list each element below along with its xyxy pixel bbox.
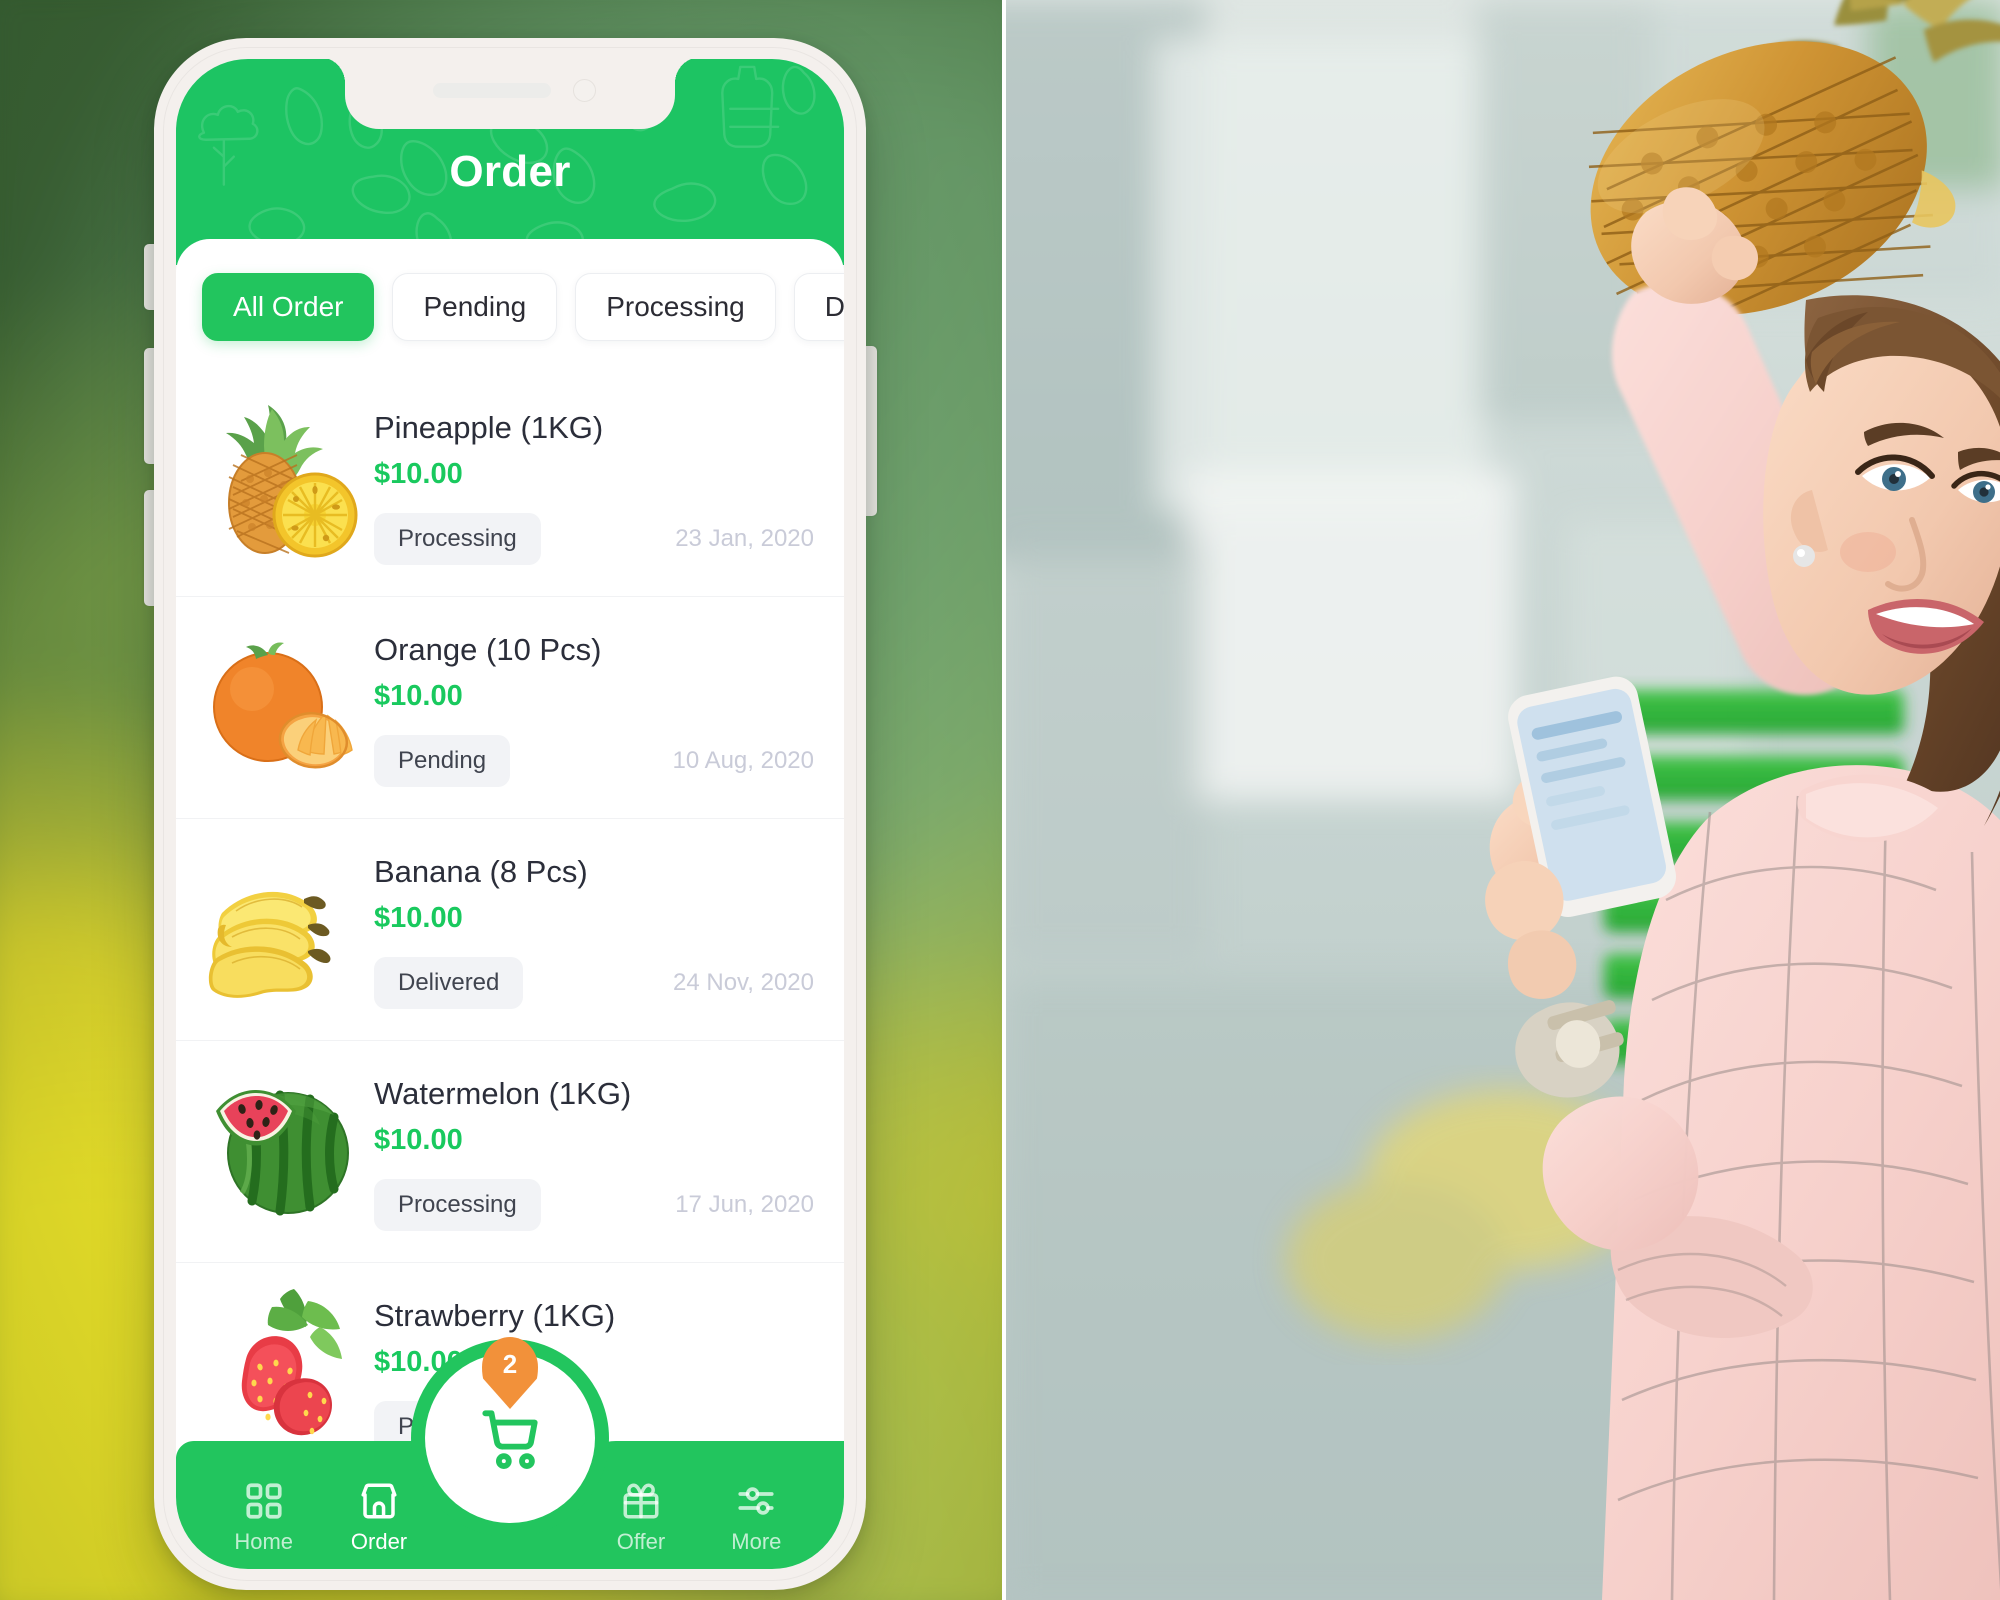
nav-item-order[interactable]: Order: [321, 1479, 436, 1553]
page-title: Order: [449, 147, 571, 196]
phone-mockup: Order All Order Pending Processing D Pin…: [140, 38, 880, 1590]
pineapple-image: [202, 395, 360, 563]
gift-icon: [620, 1479, 662, 1523]
order-name: Strawberry (1KG): [374, 1298, 616, 1333]
order-price: $10.00: [374, 1124, 463, 1157]
cart-count-value: 2: [502, 1349, 518, 1379]
order-name: Banana (8 Pcs): [374, 854, 588, 889]
order-name: Pineapple (1KG): [374, 410, 604, 445]
phone-screen: Order All Order Pending Processing D Pin…: [176, 59, 844, 1569]
store-icon: [358, 1479, 400, 1523]
phone-body: Order All Order Pending Processing D Pin…: [154, 38, 866, 1590]
order-name: Orange (10 Pcs): [374, 632, 602, 667]
nav-label-order: Order: [350, 1529, 408, 1554]
status-badge: Delivered: [374, 957, 524, 1010]
tab-all-order[interactable]: All Order: [202, 273, 375, 341]
order-price: $10.00: [374, 902, 463, 935]
sliders-icon: [735, 1479, 777, 1523]
order-meta: Processing 17 Jun, 2020: [374, 1179, 818, 1232]
status-badge: Processing: [374, 513, 541, 566]
earpiece-speaker: [433, 83, 551, 98]
strawberry-image: [202, 1283, 360, 1451]
table-row[interactable]: Pineapple (1KG) $10.00 Processing 23 Jan…: [176, 375, 844, 597]
nav-label-more: More: [731, 1529, 782, 1554]
status-badge: Processing: [374, 1179, 541, 1232]
nav-item-home[interactable]: Home: [206, 1479, 321, 1553]
cart-fab[interactable]: 2: [425, 1337, 595, 1523]
order-date: 24 Nov, 2020: [673, 969, 814, 997]
order-meta: Delivered 24 Nov, 2020: [374, 957, 818, 1010]
order-price: $10.00: [374, 458, 463, 491]
banana-image: [202, 839, 360, 1007]
tab-processing[interactable]: Processing: [575, 273, 776, 341]
panel-divider: [1002, 0, 1006, 1600]
status-badge: Pending: [374, 735, 511, 788]
screenshot-root: Order All Order Pending Processing D Pin…: [0, 0, 2000, 1600]
tab-delivered[interactable]: De: [793, 273, 844, 341]
woman-holding-pineapple-photo: [1006, 0, 2000, 1600]
grid-icon: [243, 1479, 285, 1523]
table-row[interactable]: Banana (8 Pcs) $10.00 Delivered 24 Nov, …: [176, 819, 844, 1041]
phone-power-button[interactable]: [865, 346, 877, 516]
shopping-cart-icon: [473, 1401, 547, 1475]
order-meta: Pending 10 Aug, 2020: [374, 735, 818, 788]
order-price: $10.00: [374, 680, 463, 713]
nav-label-home: Home: [234, 1529, 294, 1554]
order-info: Banana (8 Pcs) $10.00 Delivered 24 Nov, …: [374, 839, 818, 1010]
order-filter-tabs[interactable]: All Order Pending Processing De: [176, 273, 844, 341]
table-row[interactable]: Orange (10 Pcs) $10.00 Pending 10 Aug, 2…: [176, 597, 844, 819]
nav-item-offer[interactable]: Offer: [583, 1479, 698, 1553]
nav-label-offer: Offer: [616, 1529, 666, 1554]
order-date: 17 Jun, 2020: [675, 1191, 814, 1219]
order-info: Orange (10 Pcs) $10.00 Pending 10 Aug, 2…: [374, 617, 818, 788]
nav-item-more[interactable]: More: [699, 1479, 814, 1553]
left-mockup-panel: Order All Order Pending Processing D Pin…: [0, 0, 1006, 1600]
order-date: 23 Jan, 2020: [675, 525, 814, 553]
tab-pending[interactable]: Pending: [392, 273, 558, 341]
order-meta: Processing 23 Jan, 2020: [374, 513, 818, 566]
table-row[interactable]: Watermelon (1KG) $10.00 Processing 17 Ju…: [176, 1041, 844, 1263]
cart-count-badge: 2: [482, 1337, 538, 1409]
order-date: 10 Aug, 2020: [672, 747, 814, 775]
order-name: Watermelon (1KG): [374, 1076, 632, 1111]
watermelon-image: [202, 1061, 360, 1229]
app-header: Order: [176, 59, 844, 265]
orange-image: [202, 617, 360, 785]
order-info: Pineapple (1KG) $10.00 Processing 23 Jan…: [374, 395, 818, 566]
order-info: Watermelon (1KG) $10.00 Processing 17 Ju…: [374, 1061, 818, 1232]
front-camera: [573, 79, 596, 102]
right-photo-panel: [1006, 0, 2000, 1600]
phone-notch: [319, 59, 675, 129]
bottom-navigation[interactable]: Home Order Offer More 2: [176, 1337, 844, 1569]
